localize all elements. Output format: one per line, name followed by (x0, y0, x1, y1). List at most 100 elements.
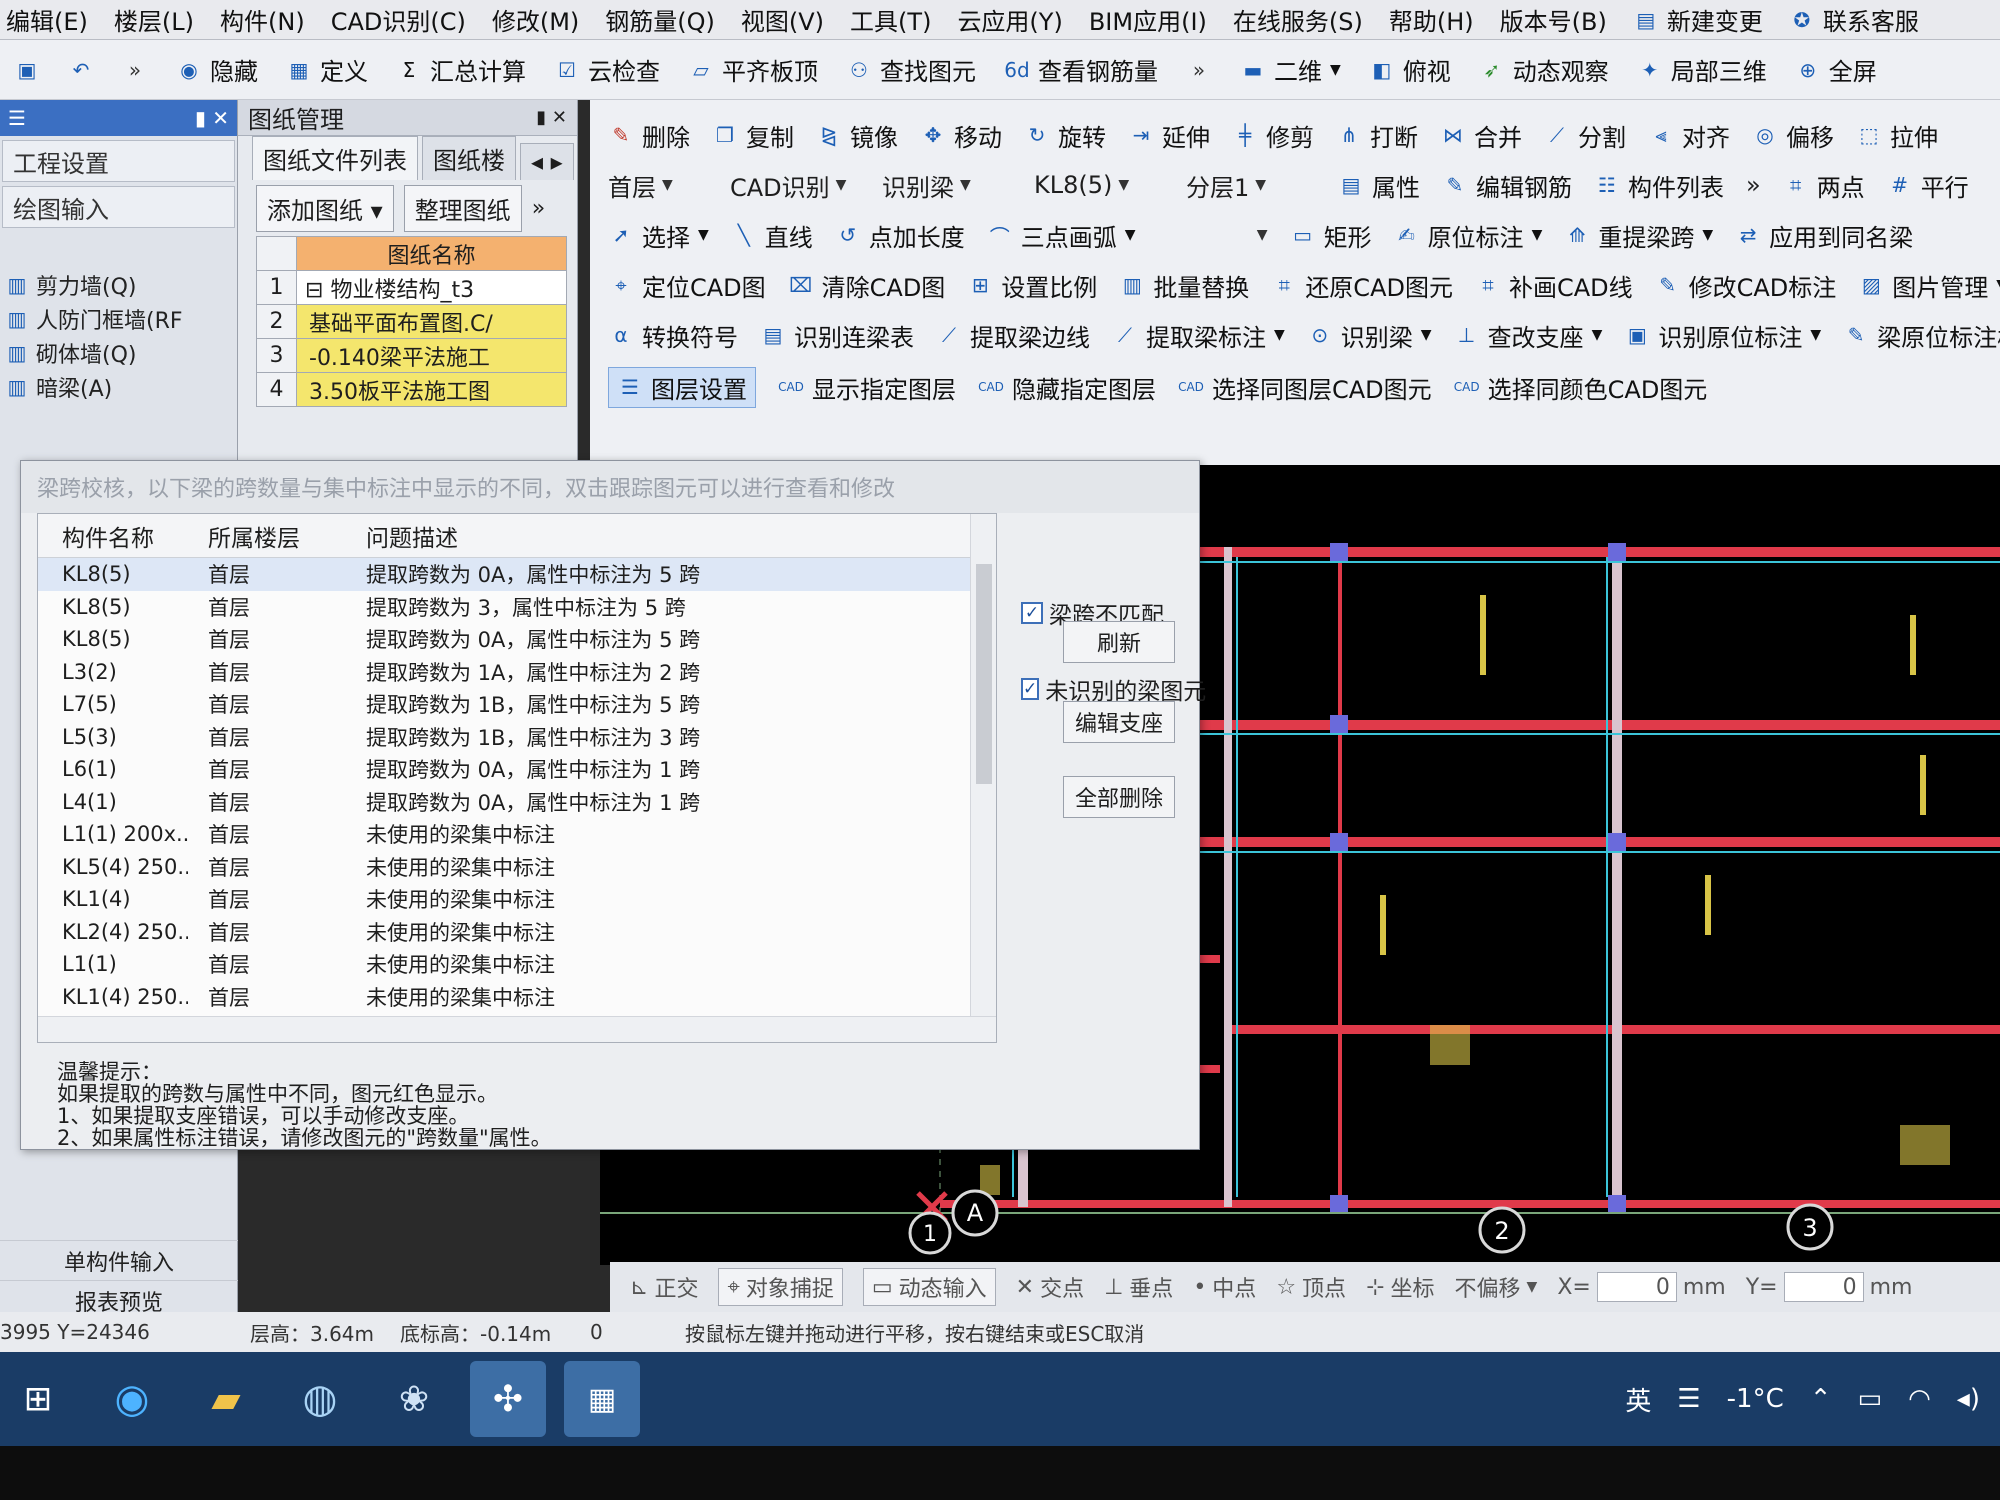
contact-support-button[interactable]: ✪ 联系客服 (1789, 2, 1918, 37)
menu-tools[interactable]: 工具(T) (850, 2, 931, 37)
ortho-toggle[interactable]: ⊾ 正交 (630, 1271, 698, 1303)
apply-same-name-button[interactable]: ⇄ 应用到同名梁 (1735, 218, 1913, 253)
extend-button[interactable]: ⇥ 延伸 (1128, 118, 1210, 153)
properties-button[interactable]: ▤ 属性 (1338, 168, 1420, 203)
batch-replace-button[interactable]: ▥ 批量替换 (1119, 268, 1249, 303)
column-node[interactable] (1608, 1195, 1626, 1213)
sort-drawing-button[interactable]: 整理图纸 (403, 184, 522, 232)
three-point-arc-button[interactable]: ⌒ 三点画弧 ▼ (987, 218, 1136, 253)
fullscreen-button[interactable]: ⊕ 全屏 (1795, 52, 1876, 87)
wifi-icon[interactable]: ◠ (1908, 1384, 1931, 1414)
copy-button[interactable]: ❐ 复制 (712, 118, 794, 153)
temperature[interactable]: -1°C (1727, 1384, 1784, 1414)
tab-drawing-floors[interactable]: 图纸楼 (422, 136, 516, 180)
mirror-button[interactable]: ⧎ 镜像 (816, 118, 898, 153)
member-select[interactable]: KL8(5) ▼ (1034, 171, 1164, 199)
weather-icon[interactable]: ☰ (1677, 1384, 1700, 1414)
intersection-toggle[interactable]: ✕ 交点 (1016, 1271, 1084, 1303)
dynamic-input-toggle[interactable]: ▭ 动态输入 (862, 1268, 996, 1306)
menu-floor[interactable]: 楼层(L) (114, 2, 194, 37)
y-input[interactable]: 0 (1783, 1272, 1864, 1302)
move-button[interactable]: ✥ 移动 (920, 118, 1002, 153)
trim-button[interactable]: ╪ 修剪 (1232, 118, 1314, 153)
glodon-rebar-app-icon[interactable]: ▦ (564, 1361, 640, 1437)
cloud-check-button[interactable]: ☑ 云检查 (554, 52, 660, 87)
menu-help[interactable]: 帮助(H) (1389, 2, 1474, 37)
tab-scroll-arrows-icon[interactable]: ◂ ▸ (520, 143, 574, 180)
hide-button[interactable]: ◉ 隐藏 (176, 52, 258, 87)
top-view-button[interactable]: ◧ 俯视 (1369, 52, 1450, 87)
restore-cad-button[interactable]: ⌗ 还原CAD图元 (1271, 268, 1453, 303)
offset-button[interactable]: ◎ 偏移 (1752, 118, 1834, 153)
recognize-coupling-beam-table-button[interactable]: ▤ 识别连梁表 (760, 318, 914, 353)
hide-layer-button[interactable]: CAD 隐藏指定图层 (978, 370, 1156, 405)
table-row[interactable]: KL8(5) 首层 提取跨数为 3，属性中标注为 5 跨 (38, 591, 996, 624)
find-element-button[interactable]: ⚇ 查找图元 (846, 52, 976, 87)
rotate-button[interactable]: ↻ 旋转 (1024, 118, 1106, 153)
table-row[interactable]: L4(1) 首层 提取跨数为 0A，属性中标注为 1 跨 (38, 786, 996, 819)
drawing-input-button[interactable]: 绘图输入 (2, 186, 235, 228)
overflow-chevron-icon[interactable]: » (1746, 171, 1761, 199)
add-drawing-button[interactable]: 添加图纸 ▾ (256, 184, 394, 232)
delete-all-button[interactable]: 全部删除 (1063, 776, 1175, 818)
app-icon[interactable]: ❀ (376, 1361, 452, 1437)
select-same-color-button[interactable]: CAD 选择同颜色CAD图元 (1454, 370, 1708, 405)
clear-cad-button[interactable]: ⌧ 清除CAD图 (788, 268, 945, 303)
perpendicular-toggle[interactable]: ⊥ 垂点 (1104, 1271, 1173, 1303)
beam-pink[interactable] (1224, 547, 1232, 1207)
collapse-icon[interactable]: ⊟ (305, 278, 330, 303)
edit-support-button[interactable]: 编辑支座 (1063, 701, 1175, 743)
parallel-button[interactable]: # 平行 (1887, 168, 1968, 203)
table-row[interactable]: 1 ⊟ 物业楼结构_t3 (256, 270, 567, 305)
column-node[interactable] (1330, 715, 1348, 733)
menu-rebar-quantity[interactable]: 钢筋量(Q) (605, 2, 715, 37)
modify-cad-label-button[interactable]: ✎ 修改CAD标注 (1655, 268, 1836, 303)
table-row[interactable]: L1(1) 首层 未使用的梁集中标注 (38, 948, 996, 981)
battery-icon[interactable]: ▭ (1858, 1384, 1883, 1414)
glodon-app-icon[interactable]: ✣ (470, 1361, 546, 1437)
menu-view[interactable]: 视图(V) (741, 2, 824, 37)
column-node[interactable] (1608, 833, 1626, 851)
align-button[interactable]: ⫷ 对齐 (1648, 118, 1730, 153)
table-row[interactable]: L6(1) 首层 提取跨数为 0A，属性中标注为 1 跨 (38, 753, 996, 786)
menu-edit[interactable]: 编辑(E) (6, 2, 88, 37)
tree-item-civil-defense-wall[interactable]: ▥ 人防门框墙(RF (4, 302, 237, 336)
locate-cad-button[interactable]: ⌖ 定位CAD图 (608, 268, 765, 303)
check-support-button[interactable]: ⊥ 查改支座 ▼ (1454, 318, 1603, 353)
file-explorer-icon[interactable]: ▰ (188, 1361, 264, 1437)
define-button[interactable]: ▦ 定义 (286, 52, 368, 87)
column-node[interactable] (1330, 543, 1348, 561)
view-mode-dropdown[interactable]: ▬ 二维 ▼ (1240, 52, 1341, 87)
column-node[interactable] (1330, 833, 1348, 851)
start-icon[interactable]: ⊞ (0, 1361, 76, 1437)
horizontal-scrollbar[interactable] (38, 1016, 996, 1042)
show-layer-button[interactable]: CAD 显示指定图层 (778, 370, 956, 405)
table-row[interactable]: KL8(5) 首层 提取跨数为 0A，属性中标注为 5 跨 (38, 558, 996, 591)
chevron-up-icon[interactable]: ⌃ (1810, 1384, 1832, 1414)
midpoint-toggle[interactable]: • 中点 (1193, 1271, 1256, 1303)
single-member-input-button[interactable]: 单构件输入 (0, 1240, 238, 1280)
layer-settings-button[interactable]: ☰ 图层设置 (608, 366, 756, 408)
table-row[interactable]: L7(5) 首层 提取跨数为 1B，属性中标注为 5 跨 (38, 688, 996, 721)
table-row[interactable]: L3(2) 首层 提取跨数为 1A，属性中标注为 2 跨 (38, 656, 996, 689)
line-button[interactable]: ╲ 直线 (731, 218, 813, 253)
delete-button[interactable]: ✎ 删除 (608, 118, 690, 153)
select-button[interactable]: ➚ 选择 ▼ (608, 218, 709, 253)
save-icon[interactable]: ▣ (14, 57, 40, 83)
table-row[interactable]: L5(3) 首层 提取跨数为 1B，属性中标注为 3 跨 (38, 721, 996, 754)
split-button[interactable]: ⟋ 分割 (1544, 118, 1626, 153)
cad-recognition-select[interactable]: CAD识别 ▼ (730, 168, 860, 203)
scroll-thumb[interactable] (976, 564, 992, 784)
tree-item-hidden-beam[interactable]: ▥ 暗梁(A) (4, 370, 237, 404)
align-slab-top-button[interactable]: ▱ 平齐板顶 (688, 52, 818, 87)
menu-modify[interactable]: 修改(M) (492, 2, 579, 37)
coordinate-toggle[interactable]: ⊹ 坐标 (1366, 1271, 1434, 1303)
table-row[interactable]: KL2(4) 250... 首层 未使用的梁集中标注 (38, 916, 996, 949)
pin-close-icons[interactable]: ▮ ✕ (536, 107, 567, 128)
app-icon[interactable]: ◍ (282, 1361, 358, 1437)
blank-select[interactable]: ▼ (1158, 227, 1268, 243)
table-row[interactable]: KL1(4) 250... 首层 未使用的梁集中标注 (38, 981, 996, 1014)
in-place-label-button[interactable]: ✍ 原位标注 ▼ (1394, 218, 1542, 253)
menu-version[interactable]: 版本号(B) (1500, 2, 1607, 37)
column-header-member-name[interactable]: 构件名称 (38, 519, 188, 553)
